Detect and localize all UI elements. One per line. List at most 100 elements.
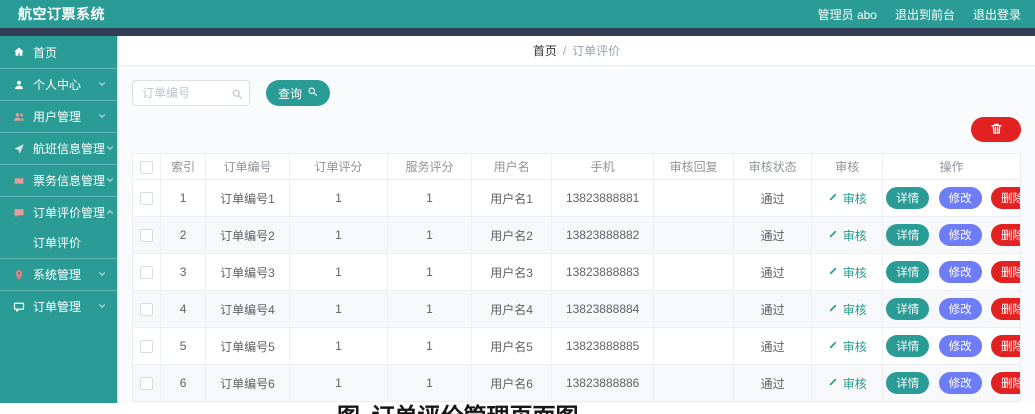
- cell-audit-reply: [653, 253, 735, 291]
- detail-button[interactable]: 详情: [886, 224, 930, 246]
- pencil-icon: [828, 265, 839, 279]
- edit-button[interactable]: 修改: [938, 261, 982, 283]
- chevron-down-icon: [105, 175, 115, 187]
- audit-link[interactable]: 审核: [828, 264, 867, 281]
- user-icon: [12, 78, 26, 92]
- row-checkbox[interactable]: [140, 192, 154, 206]
- home-icon: [12, 45, 26, 59]
- sidebar-item-home[interactable]: 首页: [0, 36, 117, 68]
- sidebar-item-flight-info[interactable]: 航班信息管理: [0, 132, 117, 164]
- detail-button[interactable]: 详情: [886, 298, 930, 320]
- delete-button[interactable]: 删除: [990, 298, 1021, 320]
- edit-button[interactable]: 修改: [938, 298, 982, 320]
- sidebar-item-order-review-mgmt[interactable]: 订单评价管理: [0, 196, 117, 228]
- cell-order-score: 1: [289, 364, 388, 402]
- search-button[interactable]: 查询: [266, 80, 331, 106]
- audit-link[interactable]: 审核: [828, 190, 867, 207]
- batch-delete-button[interactable]: [971, 117, 1021, 142]
- cell-order-score: 1: [289, 290, 388, 328]
- edit-button[interactable]: 修改: [938, 187, 982, 209]
- delete-button[interactable]: 删除: [990, 335, 1021, 357]
- pencil-icon: [828, 376, 839, 390]
- delete-button[interactable]: 删除: [990, 372, 1021, 394]
- column-header: 订单评分: [289, 153, 388, 180]
- delete-button[interactable]: 删除: [990, 187, 1021, 209]
- cell-actions: 详情 修改 删除: [882, 290, 1021, 328]
- cell-audit-status: 通过: [733, 216, 813, 254]
- logout-link[interactable]: 退出登录: [973, 6, 1021, 23]
- admin-user-label: 管理员 abo: [817, 7, 877, 22]
- cell-order-score: 1: [289, 327, 388, 365]
- edit-button[interactable]: 修改: [938, 224, 982, 246]
- cell-phone: 13823888886: [551, 364, 655, 402]
- cell-username: 用户名3: [471, 253, 553, 291]
- breadcrumb-home[interactable]: 首页: [533, 42, 557, 59]
- pin-icon: [12, 268, 26, 282]
- cell-index: 4: [160, 290, 206, 328]
- main-content: 首页 / 订单评价 查询: [118, 36, 1035, 403]
- pencil-icon: [828, 339, 839, 353]
- sidebar-subitem-order-review[interactable]: 订单评价: [0, 228, 117, 258]
- table-row: 3 订单编号3 1 1 用户名3 13823888883 通过 审核 详情 修改…: [132, 253, 1021, 291]
- cell-audit-status: 通过: [733, 290, 813, 328]
- audit-link[interactable]: 审核: [828, 301, 867, 318]
- sidebar-item-order-management[interactable]: 订单管理: [0, 290, 117, 322]
- delete-button[interactable]: 删除: [990, 224, 1021, 246]
- cell-service-score: 1: [387, 290, 473, 328]
- audit-link[interactable]: 审核: [828, 227, 867, 244]
- sidebar: 首页 个人中心 用户管理 航班信息管理 票务信息管理 订单评价管理 订单评价 系…: [0, 36, 118, 403]
- cell-actions: 详情 修改 删除: [882, 179, 1021, 217]
- chevron-down-icon: [105, 143, 115, 155]
- sidebar-item-personal-center[interactable]: 个人中心: [0, 68, 117, 100]
- table-row: 5 订单编号5 1 1 用户名5 13823888885 通过 审核 详情 修改…: [132, 327, 1021, 365]
- row-checkbox[interactable]: [140, 229, 154, 243]
- cell-actions: 详情 修改 删除: [882, 216, 1021, 254]
- pencil-icon: [828, 228, 839, 242]
- cell-index: 2: [160, 216, 206, 254]
- edit-button[interactable]: 修改: [938, 335, 982, 357]
- pencil-icon: [828, 302, 839, 316]
- search-input-wrap: [132, 80, 250, 106]
- cell-order-score: 1: [289, 216, 388, 254]
- row-checkbox[interactable]: [140, 377, 154, 391]
- column-header: 服务评分: [387, 153, 473, 180]
- chevron-down-icon: [97, 111, 109, 123]
- top-header-bar: 航空订票系统 管理员 abo 退出到前台 退出登录: [0, 0, 1035, 28]
- audit-link[interactable]: 审核: [828, 375, 867, 392]
- detail-button[interactable]: 详情: [886, 372, 930, 394]
- cell-username: 用户名2: [471, 216, 553, 254]
- cell-order-score: 1: [289, 179, 388, 217]
- row-checkbox[interactable]: [140, 340, 154, 354]
- chevron-down-icon: [97, 301, 109, 313]
- select-all-checkbox[interactable]: [140, 160, 154, 174]
- cell-phone: 13823888881: [551, 179, 655, 217]
- edit-button[interactable]: 修改: [938, 372, 982, 394]
- cell-service-score: 1: [387, 216, 473, 254]
- column-header: 手机: [551, 153, 655, 180]
- audit-link[interactable]: 审核: [828, 338, 867, 355]
- column-header: 订单编号: [205, 153, 291, 180]
- plane-icon: [12, 142, 26, 156]
- table-row: 2 订单编号2 1 1 用户名2 13823888882 通过 审核 详情 修改…: [132, 216, 1021, 254]
- detail-button[interactable]: 详情: [886, 261, 930, 283]
- row-checkbox[interactable]: [140, 303, 154, 317]
- comment-icon: [12, 206, 26, 220]
- caption-strip: 图 订单评价管理页面图: [0, 403, 1035, 414]
- delete-button[interactable]: 删除: [990, 261, 1021, 283]
- row-checkbox[interactable]: [140, 266, 154, 280]
- cell-audit-status: 通过: [733, 327, 813, 365]
- sidebar-item-system-management[interactable]: 系统管理: [0, 258, 117, 290]
- sidebar-item-ticket-info[interactable]: 票务信息管理: [0, 164, 117, 196]
- exit-to-front-link[interactable]: 退出到前台: [895, 6, 955, 23]
- cell-audit-status: 通过: [733, 253, 813, 291]
- detail-button[interactable]: 详情: [886, 335, 930, 357]
- sidebar-item-user-management[interactable]: 用户管理: [0, 100, 117, 132]
- cell-username: 用户名6: [471, 364, 553, 402]
- header-right-links: 管理员 abo 退出到前台 退出登录: [818, 6, 1021, 23]
- cell-username: 用户名1: [471, 179, 553, 217]
- app-window: 航空订票系统 管理员 abo 退出到前台 退出登录 首页 个人中心 用户管理 航…: [0, 0, 1035, 414]
- breadcrumb-current: 订单评价: [572, 44, 621, 58]
- detail-button[interactable]: 详情: [886, 187, 930, 209]
- order-review-table: 索引 订单编号 订单评分 服务评分 用户名 手机 审核回复 审核状态 审核 操作 1 订单编号1 …: [132, 153, 1021, 402]
- cell-audit-reply: [653, 290, 735, 328]
